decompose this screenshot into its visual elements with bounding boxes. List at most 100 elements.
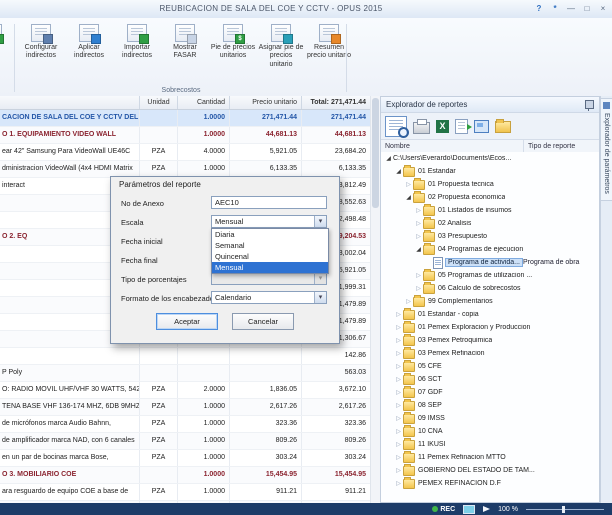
refresh-icon[interactable] — [474, 120, 489, 133]
preview-icon[interactable] — [385, 116, 407, 137]
tree-item[interactable]: 03 Pemex Refinacion — [381, 347, 599, 360]
grid-header-cell[interactable]: Unidad — [140, 96, 178, 109]
ribbon-button[interactable]: Mostrar FASAR — [162, 22, 208, 69]
tree-item[interactable]: GOBIERNO DEL ESTADO DE TAM... — [381, 464, 599, 477]
excel-export-icon[interactable] — [436, 120, 449, 133]
grid-header-cell[interactable]: Total: 271,471.44 — [302, 96, 370, 109]
ribbon-button[interactable]: Configurar indirectos — [18, 22, 64, 69]
collapsed-arrow-icon[interactable] — [404, 298, 413, 305]
grid-header-cell[interactable] — [0, 96, 140, 109]
help-icon[interactable]: ? — [533, 3, 545, 15]
tree-item[interactable]: 07 GDF — [381, 386, 599, 399]
tree-item[interactable]: 02 Analisis — [381, 217, 599, 230]
dropdown-option[interactable]: Semanal — [212, 240, 328, 251]
tree-item[interactable]: 10 CNA — [381, 425, 599, 438]
ribbon-button[interactable]: Asignar pie de precios unitario — [258, 22, 304, 69]
expanded-arrow-icon[interactable] — [394, 168, 403, 175]
open-folder-icon[interactable] — [495, 121, 511, 133]
text-input[interactable]: AEC10 — [211, 196, 327, 209]
tree-item[interactable]: 01 Propuesta tecnica — [381, 178, 599, 191]
grid-scrollbar[interactable] — [370, 96, 380, 503]
tree-item[interactable]: 04 Programas de ejecucion — [381, 243, 599, 256]
tree-item[interactable]: 02 Propuesta economica — [381, 191, 599, 204]
collapsed-arrow-icon[interactable] — [394, 467, 403, 474]
tree-item[interactable]: 01 Pemex Exploracion y Produccion — [381, 321, 599, 334]
tree-item[interactable]: 05 Programas de utilizacion ... — [381, 269, 599, 282]
combo-box[interactable]: Mensual — [211, 215, 327, 228]
tree-item[interactable]: 06 Calculo de sobrecostos — [381, 282, 599, 295]
grid-header-cell[interactable]: Precio unitario — [230, 96, 302, 109]
table-row[interactable]: O 3. MOBILIARIO COE1.000015,454.9515,454… — [0, 467, 370, 484]
ribbon-button-partial[interactable]: o en cto — [0, 24, 14, 58]
collapsed-arrow-icon[interactable] — [394, 363, 403, 370]
grid-header-cell[interactable]: Cantidad — [178, 96, 230, 109]
ribbon-button[interactable]: Pie de precios unitarios — [210, 22, 256, 69]
zoom-slider-thumb[interactable] — [562, 506, 565, 513]
collapsed-arrow-icon[interactable] — [394, 415, 403, 422]
expanded-arrow-icon[interactable] — [404, 194, 413, 201]
collapsed-arrow-icon[interactable] — [414, 220, 423, 227]
table-row[interactable]: ara resguardo de equipo COE a base dePZA… — [0, 484, 370, 501]
expanded-arrow-icon[interactable] — [384, 155, 393, 162]
tree-item[interactable]: 06 SCT — [381, 373, 599, 386]
tree-item[interactable]: C:\Users\Everardo\Documents\Ecos... — [381, 152, 599, 165]
expanded-arrow-icon[interactable] — [414, 246, 423, 253]
collapsed-arrow-icon[interactable] — [414, 207, 423, 214]
collapsed-arrow-icon[interactable] — [394, 350, 403, 357]
collapsed-arrow-icon[interactable] — [394, 324, 403, 331]
ribbon-button[interactable]: Importar indirectos — [114, 22, 160, 69]
minimize-icon[interactable]: — — [565, 3, 577, 15]
flag-icon[interactable] — [483, 506, 490, 512]
collapsed-arrow-icon[interactable] — [414, 285, 423, 292]
table-row[interactable]: de amplificador marca NAD, con 6 canales… — [0, 433, 370, 450]
table-row[interactable]: O: RADIO MOVIL UHF/VHF 30 WATTS, 542PZA2… — [0, 382, 370, 399]
collapsed-arrow-icon[interactable] — [394, 402, 403, 409]
tree-item[interactable]: 03 Pemex Petroquimica — [381, 334, 599, 347]
dropdown-option[interactable]: Mensual — [212, 262, 328, 273]
pin-icon[interactable] — [585, 100, 594, 109]
collapsed-arrow-icon[interactable] — [394, 389, 403, 396]
table-row[interactable]: CACION DE SALA DEL COE Y CCTV DEL1.00002… — [0, 110, 370, 127]
collapsed-arrow-icon[interactable] — [394, 311, 403, 318]
tree-item[interactable]: 11 Pemex Refinacion MTTO — [381, 451, 599, 464]
table-row[interactable]: P Poly563.03 — [0, 365, 370, 382]
tree-item[interactable]: 01 Listados de insumos — [381, 204, 599, 217]
collapsed-arrow-icon[interactable] — [394, 337, 403, 344]
dropdown-option[interactable]: Diaria — [212, 229, 328, 240]
cancelar-button[interactable]: Cancelar — [232, 313, 294, 330]
tree-item[interactable]: 08 SEP — [381, 399, 599, 412]
combo-box[interactable]: Calendario — [211, 291, 327, 304]
table-row[interactable]: TENA BASE VHF 136-174 MHZ, 6DB 9MHZ,PZA1… — [0, 399, 370, 416]
tree-item[interactable]: 01 Estandar — [381, 165, 599, 178]
print-icon[interactable] — [413, 122, 430, 134]
collapsed-arrow-icon[interactable] — [414, 272, 423, 279]
collapsed-arrow-icon[interactable] — [394, 428, 403, 435]
table-row[interactable]: de micrófonos marca Audio Bahnn,PZA1.000… — [0, 416, 370, 433]
close-icon[interactable]: × — [597, 3, 609, 15]
collapsed-arrow-icon[interactable] — [394, 376, 403, 383]
ribbon-button[interactable]: Aplicar indirectos — [66, 22, 112, 69]
collapsed-arrow-icon[interactable] — [394, 441, 403, 448]
parameters-explorer-tab[interactable]: Explorador de parámetros — [601, 98, 612, 201]
table-row[interactable]: O 1. EQUIPAMIENTO VIDEO WALL1.000044,681… — [0, 127, 370, 144]
export-report-icon[interactable] — [455, 119, 468, 134]
table-row[interactable]: en un par de bocinas marca Bose,PZA1.000… — [0, 450, 370, 467]
tree-item[interactable]: 11 IKUSI — [381, 438, 599, 451]
zoom-slider[interactable] — [526, 505, 604, 514]
collapsed-arrow-icon[interactable] — [404, 181, 413, 188]
rec-indicator[interactable]: REC — [432, 506, 455, 513]
monitor-icon[interactable] — [463, 505, 475, 514]
collapsed-arrow-icon[interactable] — [414, 233, 423, 240]
tree-item[interactable]: 01 Estandar - copia — [381, 308, 599, 321]
aceptar-button[interactable]: Aceptar — [156, 313, 218, 330]
tree-item[interactable]: Programa de activida...Programa de obra — [381, 256, 599, 269]
table-row[interactable]: 142.86 — [0, 348, 370, 365]
tree-item[interactable]: 05 CFE — [381, 360, 599, 373]
dropdown-option[interactable]: Quincenal — [212, 251, 328, 262]
table-row[interactable]: ear 42" Samsung Para VideoWall UE46CPZA4… — [0, 144, 370, 161]
tree-item[interactable]: PEMEX REFINACION D.F — [381, 477, 599, 490]
collapsed-arrow-icon[interactable] — [394, 480, 403, 487]
restore-icon[interactable]: □ — [581, 3, 593, 15]
tree-item[interactable]: 99 Complementarios — [381, 295, 599, 308]
options-icon[interactable]: * — [549, 3, 561, 15]
